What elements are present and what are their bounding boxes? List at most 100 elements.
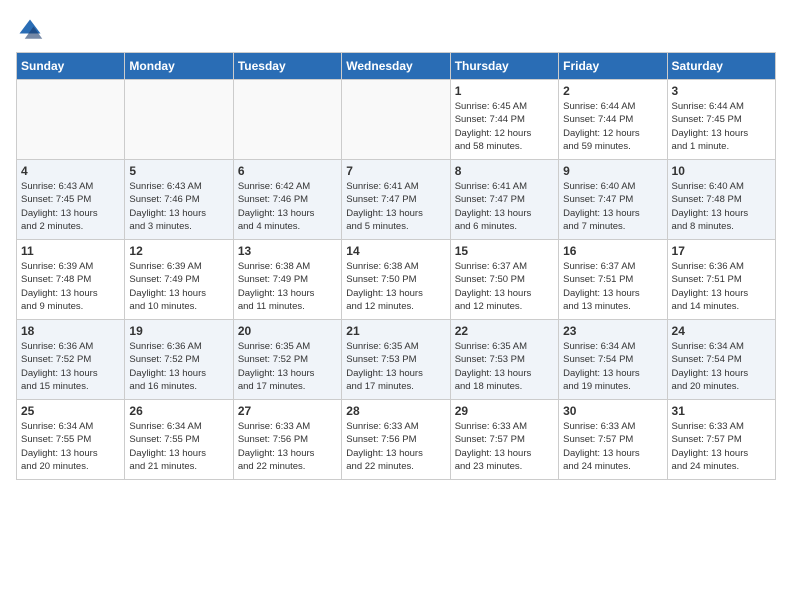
calendar-header: SundayMondayTuesdayWednesdayThursdayFrid… [17, 53, 776, 80]
calendar-cell: 9Sunrise: 6:40 AM Sunset: 7:47 PM Daylig… [559, 160, 667, 240]
day-info: Sunrise: 6:40 AM Sunset: 7:48 PM Dayligh… [672, 180, 771, 233]
day-number: 15 [455, 244, 554, 258]
calendar-cell: 16 Sunrise: 6:37 AM Sunset: 7:51 PM Dayli… [559, 240, 667, 320]
day-number: 9 [563, 164, 662, 178]
day-info: Sunrise: 6:39 AM Sunset: 7:49 PM Dayligh… [129, 260, 228, 313]
day-info: Sunrise: 6:33 AM Sunset: 7:57 PM Dayligh… [563, 420, 662, 473]
calendar-cell: 19 Sunrise: 6:36 AM Sunset: 7:52 PM Dayli… [125, 320, 233, 400]
day-info: Sunrise: 6:35 AM Sunset: 7:53 PM Dayligh… [346, 340, 445, 393]
calendar-table: SundayMondayTuesdayWednesdayThursdayFrid… [16, 52, 776, 480]
day-number: 29 [455, 404, 554, 418]
calendar-cell: 12Sunrise: 6:39 AM Sunset: 7:49 PM Dayli… [125, 240, 233, 320]
day-info: Sunrise: 6:44 AM Sunset: 7:45 PM Dayligh… [672, 100, 771, 153]
calendar-cell: 23Sunrise: 6:34 AM Sunset: 7:54 PM Dayli… [559, 320, 667, 400]
header-wednesday: Wednesday [342, 53, 450, 80]
calendar-cell: 28 Sunrise: 6:33 AM Sunset: 7:56 PM Dayli… [342, 400, 450, 480]
calendar-cell: 10 Sunrise: 6:40 AM Sunset: 7:48 PM Dayli… [667, 160, 775, 240]
day-info: Sunrise: 6:33 AM Sunset: 7:56 PM Dayligh… [346, 420, 445, 473]
week-row-2: 11 Sunrise: 6:39 AM Sunset: 7:48 PM Dayli… [17, 240, 776, 320]
day-info: Sunrise: 6:37 AM Sunset: 7:51 PM Dayligh… [563, 260, 662, 313]
day-info: Sunrise: 6:33 AM Sunset: 7:57 PM Dayligh… [672, 420, 771, 473]
calendar-cell: 29 Sunrise: 6:33 AM Sunset: 7:57 PM Dayli… [450, 400, 558, 480]
day-number: 16 [563, 244, 662, 258]
day-info: Sunrise: 6:34 AM Sunset: 7:54 PM Dayligh… [672, 340, 771, 393]
day-number: 5 [129, 164, 228, 178]
day-number: 14 [346, 244, 445, 258]
day-info: Sunrise: 6:41 AM Sunset: 7:47 PM Dayligh… [455, 180, 554, 233]
page-header [16, 16, 776, 44]
calendar-cell: 6Sunrise: 6:42 AM Sunset: 7:46 PM Daylig… [233, 160, 341, 240]
calendar-cell: 3Sunrise: 6:44 AM Sunset: 7:45 PM Daylig… [667, 80, 775, 160]
header-row: SundayMondayTuesdayWednesdayThursdayFrid… [17, 53, 776, 80]
day-info: Sunrise: 6:45 AM Sunset: 7:44 PM Dayligh… [455, 100, 554, 153]
calendar-cell [125, 80, 233, 160]
week-row-4: 25 Sunrise: 6:34 AM Sunset: 7:55 PM Dayli… [17, 400, 776, 480]
calendar-cell: 22 Sunrise: 6:35 AM Sunset: 7:53 PM Dayli… [450, 320, 558, 400]
day-info: Sunrise: 6:33 AM Sunset: 7:56 PM Dayligh… [238, 420, 337, 473]
day-number: 23 [563, 324, 662, 338]
calendar-cell: 26 Sunrise: 6:34 AM Sunset: 7:55 PM Dayli… [125, 400, 233, 480]
day-number: 22 [455, 324, 554, 338]
day-info: Sunrise: 6:34 AM Sunset: 7:55 PM Dayligh… [21, 420, 120, 473]
header-friday: Friday [559, 53, 667, 80]
week-row-0: 1 Sunrise: 6:45 AM Sunset: 7:44 PM Daylig… [17, 80, 776, 160]
day-info: Sunrise: 6:38 AM Sunset: 7:49 PM Dayligh… [238, 260, 337, 313]
day-number: 26 [129, 404, 228, 418]
calendar-cell [342, 80, 450, 160]
day-info: Sunrise: 6:41 AM Sunset: 7:47 PM Dayligh… [346, 180, 445, 233]
day-number: 11 [21, 244, 120, 258]
header-saturday: Saturday [667, 53, 775, 80]
calendar-cell: 11 Sunrise: 6:39 AM Sunset: 7:48 PM Dayli… [17, 240, 125, 320]
day-info: Sunrise: 6:36 AM Sunset: 7:51 PM Dayligh… [672, 260, 771, 313]
day-number: 20 [238, 324, 337, 338]
calendar-cell: 17 Sunrise: 6:36 AM Sunset: 7:51 PM Dayli… [667, 240, 775, 320]
header-tuesday: Tuesday [233, 53, 341, 80]
day-info: Sunrise: 6:44 AM Sunset: 7:44 PM Dayligh… [563, 100, 662, 153]
calendar-cell: 15 Sunrise: 6:37 AM Sunset: 7:50 PM Dayli… [450, 240, 558, 320]
day-number: 21 [346, 324, 445, 338]
day-info: Sunrise: 6:34 AM Sunset: 7:55 PM Dayligh… [129, 420, 228, 473]
day-info: Sunrise: 6:38 AM Sunset: 7:50 PM Dayligh… [346, 260, 445, 313]
day-number: 19 [129, 324, 228, 338]
header-thursday: Thursday [450, 53, 558, 80]
calendar-cell: 14 Sunrise: 6:38 AM Sunset: 7:50 PM Dayli… [342, 240, 450, 320]
calendar-cell: 1 Sunrise: 6:45 AM Sunset: 7:44 PM Daylig… [450, 80, 558, 160]
day-number: 31 [672, 404, 771, 418]
calendar-body: 1 Sunrise: 6:45 AM Sunset: 7:44 PM Daylig… [17, 80, 776, 480]
day-number: 4 [21, 164, 120, 178]
calendar-cell: 27 Sunrise: 6:33 AM Sunset: 7:56 PM Dayli… [233, 400, 341, 480]
day-number: 24 [672, 324, 771, 338]
day-number: 8 [455, 164, 554, 178]
calendar-cell: 25 Sunrise: 6:34 AM Sunset: 7:55 PM Dayli… [17, 400, 125, 480]
calendar-cell [17, 80, 125, 160]
day-number: 6 [238, 164, 337, 178]
day-number: 30 [563, 404, 662, 418]
day-number: 1 [455, 84, 554, 98]
day-number: 17 [672, 244, 771, 258]
week-row-1: 4Sunrise: 6:43 AM Sunset: 7:45 PM Daylig… [17, 160, 776, 240]
header-monday: Monday [125, 53, 233, 80]
header-sunday: Sunday [17, 53, 125, 80]
day-info: Sunrise: 6:35 AM Sunset: 7:53 PM Dayligh… [455, 340, 554, 393]
logo-icon [16, 16, 44, 44]
calendar-cell: 5Sunrise: 6:43 AM Sunset: 7:46 PM Daylig… [125, 160, 233, 240]
day-info: Sunrise: 6:36 AM Sunset: 7:52 PM Dayligh… [129, 340, 228, 393]
calendar-cell: 2Sunrise: 6:44 AM Sunset: 7:44 PM Daylig… [559, 80, 667, 160]
day-info: Sunrise: 6:39 AM Sunset: 7:48 PM Dayligh… [21, 260, 120, 313]
day-number: 13 [238, 244, 337, 258]
calendar-cell: 7 Sunrise: 6:41 AM Sunset: 7:47 PM Daylig… [342, 160, 450, 240]
calendar-cell: 24 Sunrise: 6:34 AM Sunset: 7:54 PM Dayli… [667, 320, 775, 400]
day-info: Sunrise: 6:35 AM Sunset: 7:52 PM Dayligh… [238, 340, 337, 393]
day-info: Sunrise: 6:33 AM Sunset: 7:57 PM Dayligh… [455, 420, 554, 473]
day-number: 27 [238, 404, 337, 418]
day-number: 28 [346, 404, 445, 418]
day-info: Sunrise: 6:37 AM Sunset: 7:50 PM Dayligh… [455, 260, 554, 313]
day-number: 25 [21, 404, 120, 418]
week-row-3: 18 Sunrise: 6:36 AM Sunset: 7:52 PM Dayli… [17, 320, 776, 400]
day-number: 7 [346, 164, 445, 178]
day-number: 10 [672, 164, 771, 178]
day-number: 18 [21, 324, 120, 338]
calendar-cell: 18Sunrise: 6:36 AM Sunset: 7:52 PM Dayli… [17, 320, 125, 400]
calendar-cell: 21 Sunrise: 6:35 AM Sunset: 7:53 PM Dayli… [342, 320, 450, 400]
calendar-cell: 31 Sunrise: 6:33 AM Sunset: 7:57 PM Dayli… [667, 400, 775, 480]
